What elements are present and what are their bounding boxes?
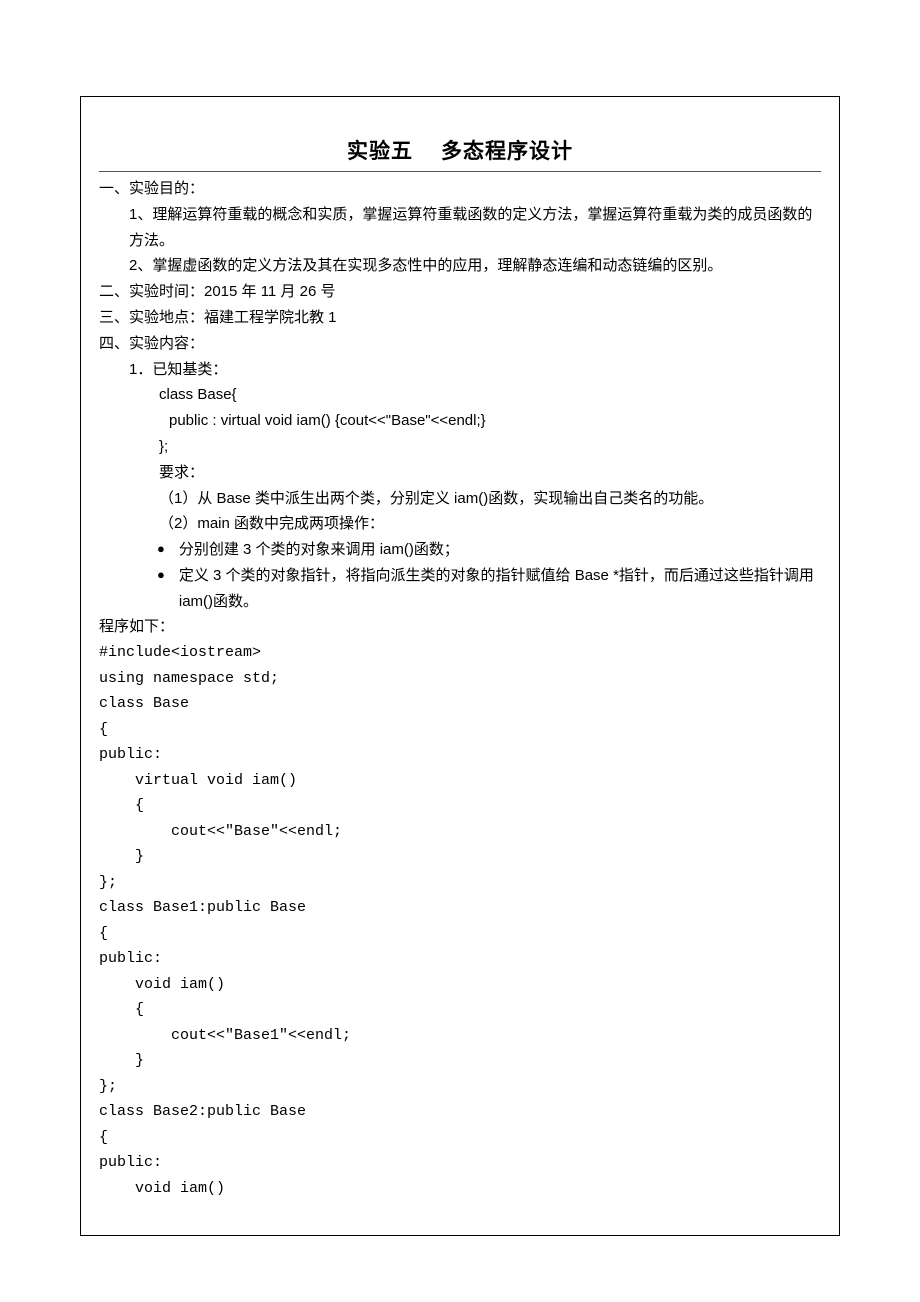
section-1-heading: 一、实验目的： xyxy=(99,176,821,202)
section-4-item-1: 1．已知基类： xyxy=(99,357,821,383)
bullet-item-2: ● 定义 3 个类的对象指针，将指向派生类的对象的指针赋值给 Base *指针，… xyxy=(99,563,821,615)
section-3-line: 三、实验地点：福建工程学院北教 1 xyxy=(99,305,821,331)
bullet-dot-icon: ● xyxy=(157,537,179,563)
base-class-line-2: public : virtual void iam() {cout<<"Base… xyxy=(99,408,821,434)
document-title: 实验五 多态程序设计 xyxy=(99,135,821,165)
bullet-item-1: ● 分别创建 3 个类的对象来调用 iam()函数； xyxy=(99,537,821,563)
requirement-1: （1）从 Base 类中派生出两个类，分别定义 iam()函数，实现输出自己类名… xyxy=(99,486,821,512)
title-divider xyxy=(99,171,821,172)
title-left: 实验五 xyxy=(347,140,413,163)
requirement-2: （2）main 函数中完成两项操作： xyxy=(99,511,821,537)
section-2-line: 二、实验时间：2015 年 11 月 26 号 xyxy=(99,279,821,305)
requirements-label: 要求： xyxy=(99,460,821,486)
program-label: 程序如下： xyxy=(99,615,821,641)
code-block: #include<iostream> using namespace std; … xyxy=(99,640,821,1201)
bullet-text-1: 分别创建 3 个类的对象来调用 iam()函数； xyxy=(179,537,821,563)
bullet-text-2: 定义 3 个类的对象指针，将指向派生类的对象的指针赋值给 Base *指针，而后… xyxy=(179,563,821,615)
bullet-dot-icon: ● xyxy=(157,563,179,615)
base-class-line-3: }; xyxy=(99,434,821,460)
content-frame: 实验五 多态程序设计 一、实验目的： 1、理解运算符重载的概念和实质，掌握运算符重… xyxy=(80,96,840,1236)
title-right: 多态程序设计 xyxy=(441,140,573,163)
document-body: 一、实验目的： 1、理解运算符重载的概念和实质，掌握运算符重载函数的定义方法，掌… xyxy=(99,176,821,1201)
section-4-heading: 四、实验内容： xyxy=(99,331,821,357)
section-1-item-2: 2、掌握虚函数的定义方法及其在实现多态性中的应用，理解静态连编和动态链编的区别。 xyxy=(99,253,821,279)
base-class-line-1: class Base{ xyxy=(99,382,821,408)
page: 实验五 多态程序设计 一、实验目的： 1、理解运算符重载的概念和实质，掌握运算符重… xyxy=(0,0,920,1302)
section-1-item-1: 1、理解运算符重载的概念和实质，掌握运算符重载函数的定义方法，掌握运算符重载为类… xyxy=(99,202,821,254)
